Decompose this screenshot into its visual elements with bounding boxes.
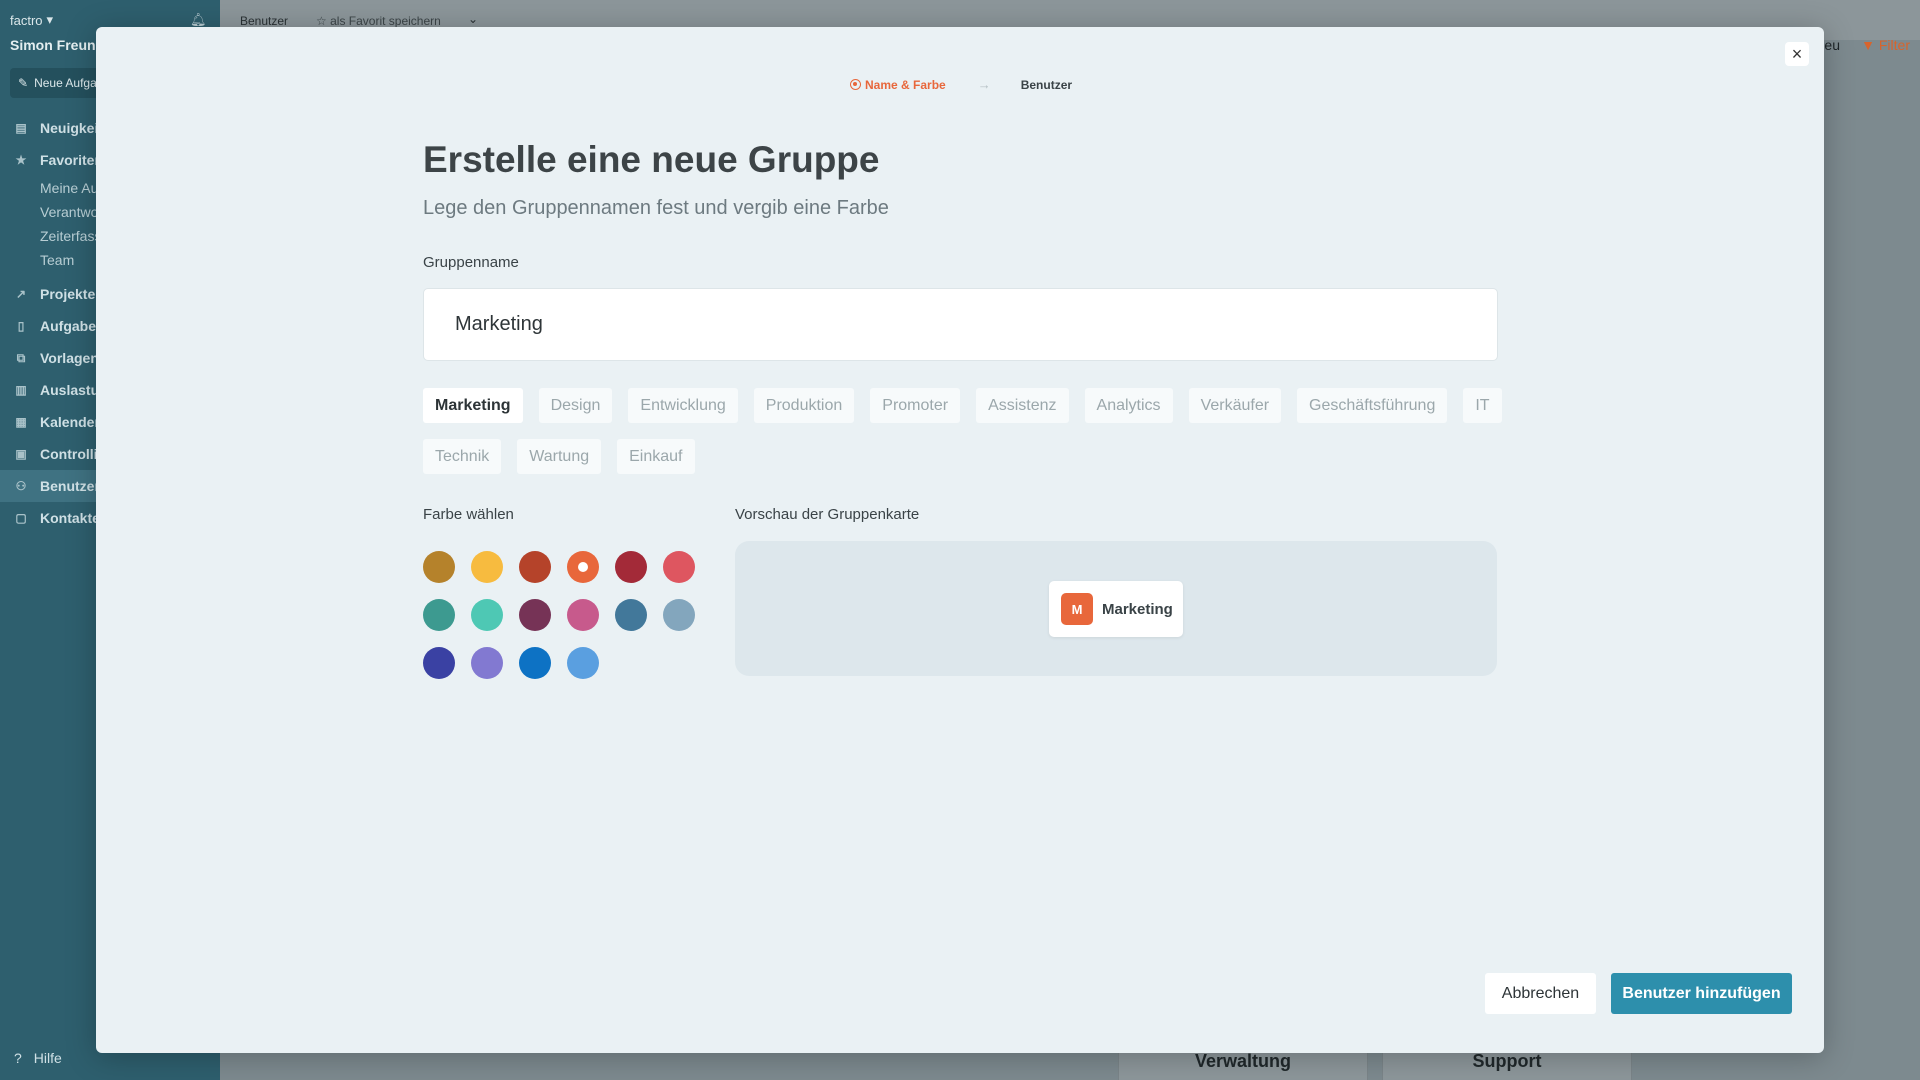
suggestion-chip[interactable]: Promoter	[870, 388, 961, 423]
sidebar-item-label: Aufgaben	[40, 318, 105, 334]
chevron-down-icon[interactable]: ⌄	[468, 12, 478, 26]
suggestion-chip[interactable]: Geschäftsführung	[1297, 388, 1448, 423]
suggestion-chip[interactable]: Assistenz	[976, 388, 1069, 423]
color-swatch[interactable]	[423, 647, 455, 679]
group-name-label: Gruppenname	[423, 254, 519, 271]
help-link[interactable]: ? Hilfe	[14, 1050, 62, 1066]
help-label: Hilfe	[33, 1050, 62, 1066]
dialog-title: Erstelle eine neue Gruppe	[423, 139, 880, 180]
color-swatch[interactable]	[567, 551, 599, 583]
color-swatch[interactable]	[567, 599, 599, 631]
suggestion-chip[interactable]: Produktion	[753, 388, 855, 423]
close-button[interactable]: ×	[1785, 42, 1809, 66]
color-swatch[interactable]	[567, 647, 599, 679]
suggestion-chip[interactable]: IT	[1463, 388, 1502, 423]
name-suggestions: Marketing Design Entwicklung Produktion Prom…	[423, 388, 1503, 474]
save-favorite-button[interactable]: ☆ als Favorit speichern	[316, 14, 441, 28]
contact-icon: ▢	[15, 511, 27, 525]
step-label: Name & Farbe	[865, 77, 946, 92]
create-group-dialog: × Name & Farbe → Benutzer Erstelle eine …	[96, 27, 1824, 1053]
brand-switcher[interactable]: factro ▾	[10, 12, 53, 28]
step-users[interactable]: Benutzer	[1021, 78, 1072, 92]
help-icon: ?	[14, 1050, 22, 1066]
color-swatch[interactable]	[615, 551, 647, 583]
color-picker-label: Farbe wählen	[423, 506, 514, 523]
suggestion-chip[interactable]: Technik	[423, 439, 502, 474]
sidebar-item-label: Projekte	[40, 286, 96, 302]
sidebar-item-label: Vorlagen	[40, 350, 99, 366]
add-users-button[interactable]: Benutzer hinzufügen	[1611, 973, 1792, 1014]
filter-icon: ▼	[1861, 37, 1875, 53]
filter-label: Filter	[1878, 37, 1910, 53]
star-outline-icon: ☆	[316, 14, 327, 28]
color-picker	[423, 551, 713, 679]
current-step-icon	[850, 79, 861, 90]
user-name: Simon Freund	[10, 37, 105, 53]
color-swatch[interactable]	[471, 551, 503, 583]
chevron-down-icon: ▾	[46, 12, 54, 27]
step-name-color[interactable]: Name & Farbe	[850, 78, 946, 92]
edit-icon: ✎	[18, 76, 29, 90]
suggestion-chip[interactable]: Einkauf	[617, 439, 695, 474]
color-swatch[interactable]	[663, 599, 695, 631]
chart-icon: ↗	[15, 287, 27, 301]
group-card-preview: M Marketing	[735, 541, 1497, 676]
suggestion-chip[interactable]: Analytics	[1084, 388, 1173, 423]
sidebar-item-label: Kalender	[40, 414, 100, 430]
color-swatch[interactable]	[471, 599, 503, 631]
star-icon: ★	[15, 153, 27, 167]
group-name-input[interactable]	[423, 288, 1498, 361]
breadcrumb[interactable]: Benutzer	[240, 14, 288, 28]
sidebar-item-label: Favoriten	[40, 152, 104, 168]
group-avatar: M	[1061, 593, 1093, 625]
bell-icon[interactable]: 🔔︎	[190, 12, 207, 28]
sidebar-item-label: Benutzer	[40, 478, 100, 494]
stepper: Name & Farbe → Benutzer	[850, 77, 1072, 92]
news-icon: ▤	[15, 121, 27, 135]
color-swatch[interactable]	[423, 599, 455, 631]
sidebar-item-label: Kontakte	[40, 510, 100, 526]
group-card: M Marketing	[1049, 581, 1183, 637]
calendar-icon: ▦	[15, 415, 27, 429]
preview-label: Vorschau der Gruppenkarte	[735, 506, 920, 523]
close-icon: ×	[1791, 43, 1803, 64]
bar-chart-icon: ▥	[15, 383, 27, 397]
filter-button[interactable]: ▼ Filter	[1861, 37, 1910, 53]
arrow-right-icon: →	[977, 77, 991, 92]
color-swatch[interactable]	[615, 599, 647, 631]
save-favorite-label: als Favorit speichern	[330, 14, 441, 28]
suggestion-chip[interactable]: Marketing	[423, 388, 523, 423]
suggestion-chip[interactable]: Wartung	[517, 439, 602, 474]
document-icon: ▯	[17, 319, 25, 333]
group-card-name: Marketing	[1102, 600, 1173, 618]
calculator-icon: ▣	[15, 447, 27, 461]
dialog-subtitle: Lege den Gruppennamen fest und vergib ei…	[423, 197, 889, 219]
suggestion-chip[interactable]: Entwicklung	[628, 388, 738, 423]
suggestion-chip[interactable]: Verkäufer	[1188, 388, 1282, 423]
color-swatch[interactable]	[471, 647, 503, 679]
color-swatch[interactable]	[519, 647, 551, 679]
suggestion-chip[interactable]: Design	[538, 388, 613, 423]
color-swatch[interactable]	[663, 551, 695, 583]
copy-icon: ⧉	[16, 350, 26, 365]
color-swatch[interactable]	[423, 551, 455, 583]
brand-name: factro	[10, 12, 43, 28]
cancel-button[interactable]: Abbrechen	[1485, 973, 1596, 1014]
color-swatch[interactable]	[519, 599, 551, 631]
color-swatch[interactable]	[519, 551, 551, 583]
users-icon: ⚇	[15, 479, 27, 493]
